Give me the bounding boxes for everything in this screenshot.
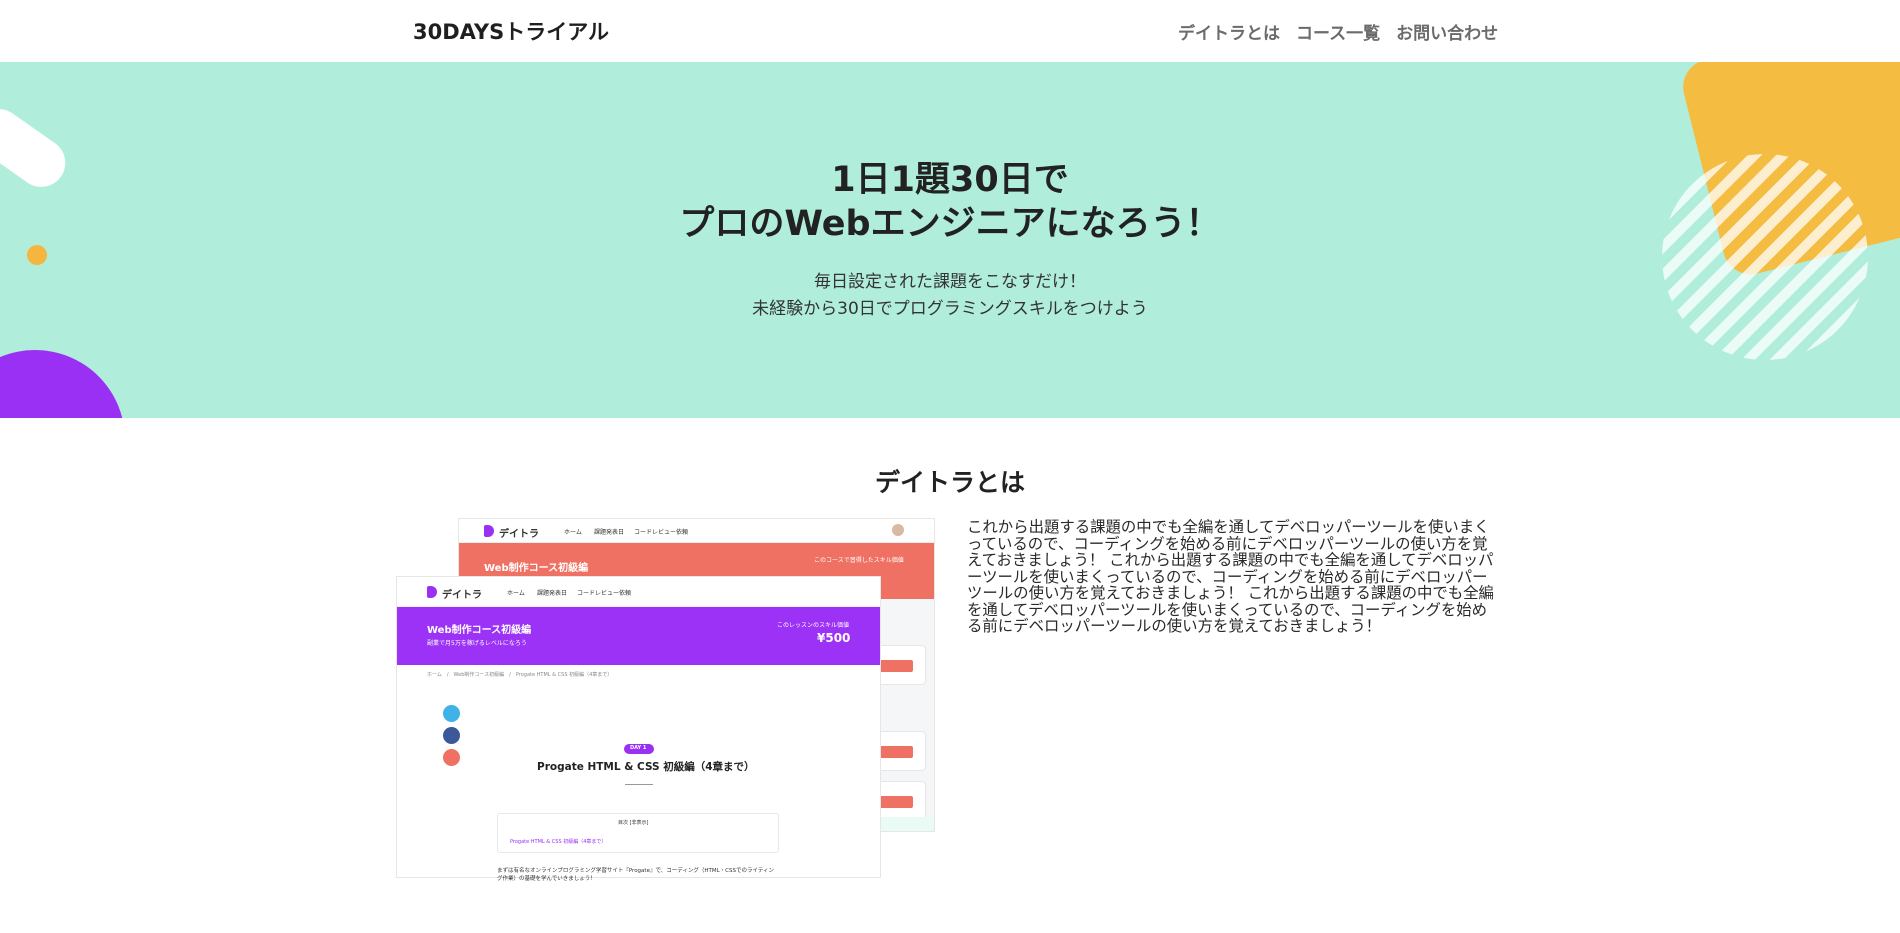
day-badge-label: DAY 1 xyxy=(630,745,647,751)
course-screenshot: デイトラ ホーム 課題発表日 コードレビュー依頼 Web制作コース初級編 このコ… xyxy=(396,518,936,882)
front-brand: デイトラ xyxy=(442,590,482,601)
front-price-label: このレッスンのスキル価値 xyxy=(777,622,850,629)
decor-yellow-dot xyxy=(27,245,47,265)
table-of-contents: 目次 [非表示] Progate HTML & CSS 初級編（4章まで） xyxy=(497,813,779,853)
front-banner-title: Web制作コース初級編 xyxy=(427,625,532,636)
back-banner-price-label: このコースで習得したスキル価値 xyxy=(814,557,904,564)
twitter-icon xyxy=(443,705,460,722)
back-banner-title: Web制作コース初級編 xyxy=(484,563,589,574)
hero-section: 1日1題30日で プロのWebエンジニアになろう！ 毎日設定された課題をこなすだ… xyxy=(0,62,1900,418)
front-banner: Web制作コース初級編 副業で月5万を稼げるレベルになろう このレッスンのスキル… xyxy=(397,607,880,665)
about-title: デイトラとは xyxy=(874,468,1025,497)
brand-logo-icon xyxy=(427,586,437,598)
facebook-icon xyxy=(443,727,460,744)
back-brand: デイトラ xyxy=(499,529,539,540)
link-icon xyxy=(443,749,460,766)
front-nav-home: ホーム xyxy=(507,590,525,597)
site-header: 30DAYSトライアル デイトラとは コース一覧 お問い合わせ xyxy=(0,0,1900,62)
back-nav-schedule: 課題発表日 xyxy=(594,529,625,536)
hero-title: 1日1題30日で プロのWebエンジニアになろう！ xyxy=(0,158,1900,246)
main-nav: デイトラとは コース一覧 お問い合わせ xyxy=(1178,19,1498,44)
nav-courses[interactable]: コース一覧 xyxy=(1296,19,1380,44)
toc-item: Progate HTML & CSS 初級編（4章まで） xyxy=(510,839,607,845)
back-nav-review: コードレビュー依頼 xyxy=(634,529,689,536)
front-breadcrumb: ホーム / Web制作コース初級編 / Progate HTML & CSS 初… xyxy=(427,672,613,678)
front-nav-schedule: 課題発表日 xyxy=(537,590,568,597)
hero-subtitle-line2: 未経験から30日でプログラミングスキルをつけよう xyxy=(752,299,1148,319)
hero-subtitle-line1: 毎日設定された課題をこなすだけ！ xyxy=(814,272,1086,292)
toc-title: 目次 [非表示] xyxy=(618,820,649,826)
front-price: ¥500 xyxy=(817,631,851,645)
hero-title-line1: 1日1題30日で xyxy=(831,160,1069,200)
site-logo[interactable]: 30DAYSトライアル xyxy=(413,16,609,46)
nav-contact[interactable]: お問い合わせ xyxy=(1396,19,1498,44)
day-badge: DAY 1 xyxy=(624,744,654,754)
decor-purple-circle xyxy=(0,350,125,418)
hero-title-line2: プロのWebエンジニアになろう！ xyxy=(679,204,1221,244)
lesson-title: Progate HTML & CSS 初級編（4章まで） xyxy=(537,761,755,773)
brand-logo-icon xyxy=(484,525,494,537)
nav-about[interactable]: デイトラとは xyxy=(1178,19,1280,44)
lesson-intro: まずは有名なオンラインプログラミング学習サイト『Progate』で、コーディング… xyxy=(497,868,775,882)
screenshot-front-window: デイトラ ホーム 課題発表日 コードレビュー依頼 Web制作コース初級編 副業で… xyxy=(396,576,881,882)
front-banner-sub: 副業で月5万を稼げるレベルになろう xyxy=(427,640,527,647)
front-navbar: デイトラ ホーム 課題発表日 コードレビュー依頼 xyxy=(397,577,880,607)
about-body: これから出題する課題の中でも全編を通してデベロッパーツールを使いまくっているので… xyxy=(967,518,1494,635)
avatar-icon xyxy=(892,524,904,536)
back-nav-home: ホーム xyxy=(564,529,582,536)
hero-subtitle: 毎日設定された課題をこなすだけ！ 未経験から30日でプログラミングスキルをつけよ… xyxy=(0,269,1900,323)
back-navbar: デイトラ ホーム 課題発表日 コードレビュー依頼 xyxy=(459,519,934,543)
title-divider xyxy=(625,784,653,785)
front-nav-review: コードレビュー依頼 xyxy=(577,590,632,597)
